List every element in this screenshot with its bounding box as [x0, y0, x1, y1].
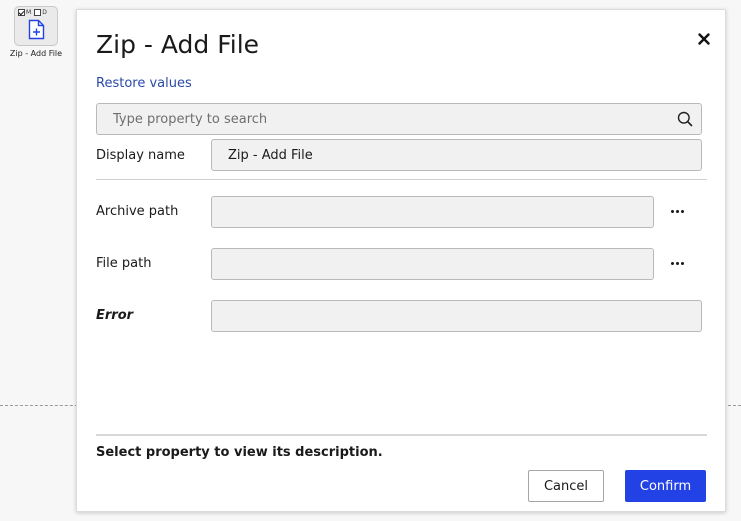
properties-dialog: Zip - Add File Restore values Display na… — [76, 9, 726, 512]
dialog-title: Zip - Add File — [96, 30, 260, 59]
file-add-icon — [28, 19, 45, 44]
section-divider — [96, 179, 707, 180]
error-label: Error — [96, 308, 134, 323]
search-icon[interactable] — [677, 111, 693, 127]
archive-path-browse-button[interactable] — [667, 201, 687, 221]
confirm-button[interactable]: Confirm — [625, 470, 706, 502]
property-search-input[interactable] — [97, 104, 667, 134]
close-icon[interactable] — [695, 30, 713, 48]
more-dot-icon — [675, 209, 679, 213]
cancel-button[interactable]: Cancel — [528, 470, 604, 502]
activity-tile[interactable]: M D Zip - Add File — [4, 6, 68, 58]
more-dot-icon — [675, 261, 679, 265]
error-field[interactable] — [211, 300, 702, 332]
activity-box[interactable]: M D — [14, 6, 58, 46]
more-dot-icon — [680, 261, 684, 265]
more-dot-icon — [670, 209, 674, 213]
description-divider — [96, 434, 707, 436]
flag-m-label: M — [26, 9, 32, 16]
activity-label: Zip - Add File — [9, 49, 63, 58]
archive-path-label: Archive path — [96, 204, 179, 219]
restore-values-link[interactable]: Restore values — [96, 76, 192, 91]
flag-d-checkbox[interactable] — [34, 9, 42, 16]
display-name-label: Display name — [96, 148, 185, 163]
property-search-box — [96, 103, 702, 135]
flag-m-checkbox[interactable] — [18, 9, 25, 16]
more-dot-icon — [680, 209, 684, 213]
display-name-field[interactable] — [211, 139, 702, 171]
archive-path-field[interactable] — [211, 196, 654, 228]
file-path-label: File path — [96, 256, 152, 271]
file-path-browse-button[interactable] — [667, 253, 687, 273]
property-description: Select property to view its description. — [96, 445, 383, 460]
activity-flags: M D — [18, 9, 47, 16]
flag-d-label: D — [42, 9, 47, 16]
more-dot-icon — [670, 261, 674, 265]
file-path-field[interactable] — [211, 248, 654, 280]
